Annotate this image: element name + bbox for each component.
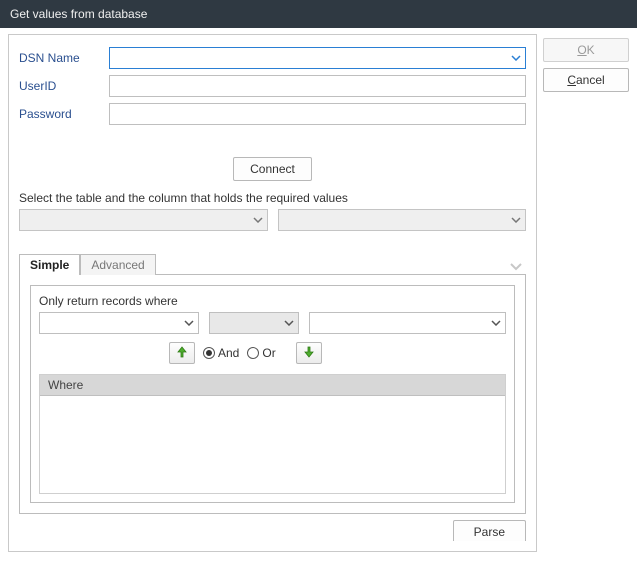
cancel-underline: C	[567, 73, 576, 87]
tab-simple-label: Simple	[30, 258, 69, 272]
parse-label: Parse	[474, 525, 505, 539]
radio-or-label: Or	[262, 346, 275, 360]
main-panel: DSN Name UserID Password Co	[8, 34, 537, 552]
dsn-row: DSN Name	[19, 47, 526, 69]
radio-and-label: And	[218, 346, 239, 360]
tabs-wrap: Simple Advanced Only return records wher…	[19, 253, 526, 514]
filter-heading: Only return records where	[39, 294, 506, 308]
connect-row: Connect	[19, 157, 526, 181]
chevron-down-icon	[184, 320, 194, 326]
dsn-label: DSN Name	[19, 51, 109, 65]
chevron-down-icon	[253, 217, 263, 223]
chevron-down-icon	[511, 217, 521, 223]
tab-advanced-label: Advanced	[91, 258, 144, 272]
connect-button[interactable]: Connect	[233, 157, 312, 181]
radio-or[interactable]: Or	[247, 346, 275, 360]
ok-button: OK	[543, 38, 629, 62]
radio-circle-icon	[247, 347, 259, 359]
radio-and[interactable]: And	[203, 346, 239, 360]
right-buttons: OK Cancel	[543, 34, 629, 552]
tab-advanced[interactable]: Advanced	[80, 254, 155, 275]
chevron-down-icon	[491, 320, 501, 326]
cancel-button[interactable]: Cancel	[543, 68, 629, 92]
select-table-instruction: Select the table and the column that hol…	[19, 191, 526, 205]
window-title: Get values from database	[10, 7, 147, 21]
arrow-down-icon	[303, 345, 315, 362]
ok-rest: K	[587, 43, 595, 57]
andor-row: And Or	[39, 342, 506, 364]
move-up-button[interactable]	[169, 342, 195, 364]
table-combo[interactable]	[19, 209, 268, 231]
tabpanel-simple: Only return records where	[19, 274, 526, 514]
filter-group: Only return records where	[30, 285, 515, 503]
ok-underline: O	[577, 43, 586, 57]
where-grid[interactable]: Where	[39, 374, 506, 494]
dsn-combo[interactable]	[109, 47, 526, 69]
move-down-button[interactable]	[296, 342, 322, 364]
cancel-rest: ancel	[576, 73, 605, 87]
password-row: Password	[19, 103, 526, 125]
parse-row: Parse	[19, 520, 526, 541]
userid-input[interactable]	[109, 75, 526, 97]
userid-row: UserID	[19, 75, 526, 97]
filter-field-combo[interactable]	[39, 312, 199, 334]
arrow-up-icon	[176, 345, 188, 362]
userid-label: UserID	[19, 79, 109, 93]
password-label: Password	[19, 107, 109, 121]
table-column-combos	[19, 209, 526, 231]
collapse-icon[interactable]	[510, 260, 526, 274]
tab-simple[interactable]: Simple	[19, 254, 80, 275]
column-combo[interactable]	[278, 209, 527, 231]
content-area: DSN Name UserID Password Co	[0, 28, 637, 560]
parse-button[interactable]: Parse	[453, 520, 526, 541]
chevron-down-icon	[511, 55, 521, 61]
chevron-down-icon	[284, 320, 294, 326]
connect-label: Connect	[250, 162, 295, 176]
titlebar: Get values from database	[0, 0, 637, 28]
filter-value-combo[interactable]	[309, 312, 506, 334]
filter-row	[39, 312, 506, 334]
where-header: Where	[40, 375, 505, 396]
filter-operator-combo[interactable]	[209, 312, 299, 334]
password-input[interactable]	[109, 103, 526, 125]
tabstrip: Simple Advanced	[19, 253, 526, 274]
radio-circle-icon	[203, 347, 215, 359]
